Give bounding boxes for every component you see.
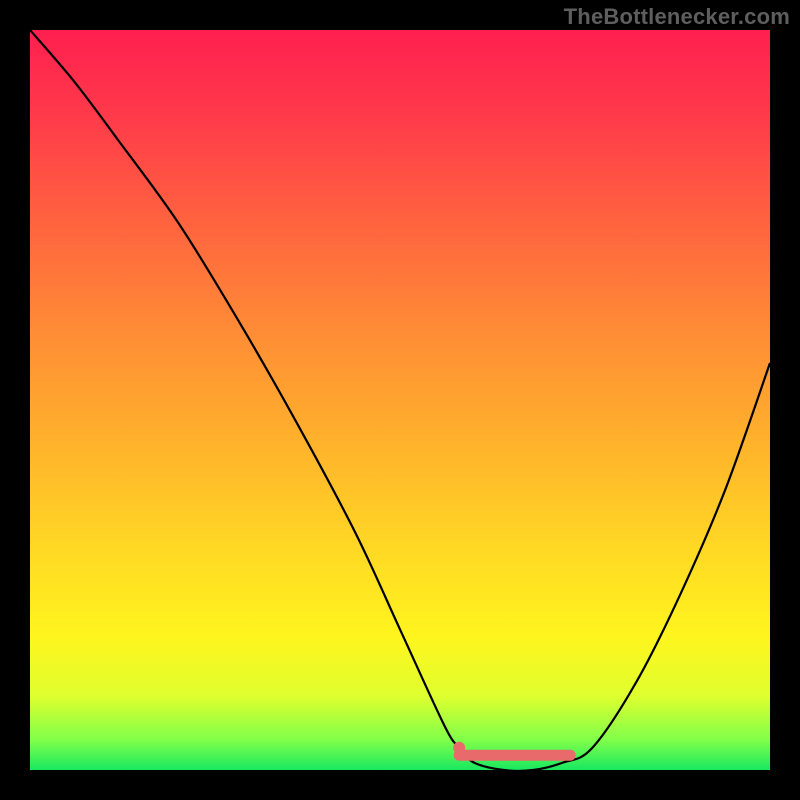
attribution-text: TheBottlenecker.com [564,4,790,30]
chart-frame: TheBottlenecker.com [0,0,800,800]
bottleneck-curve-path [30,30,770,770]
plot-area [30,30,770,770]
bottleneck-curve-svg [30,30,770,770]
optimal-point-dot [453,742,465,754]
